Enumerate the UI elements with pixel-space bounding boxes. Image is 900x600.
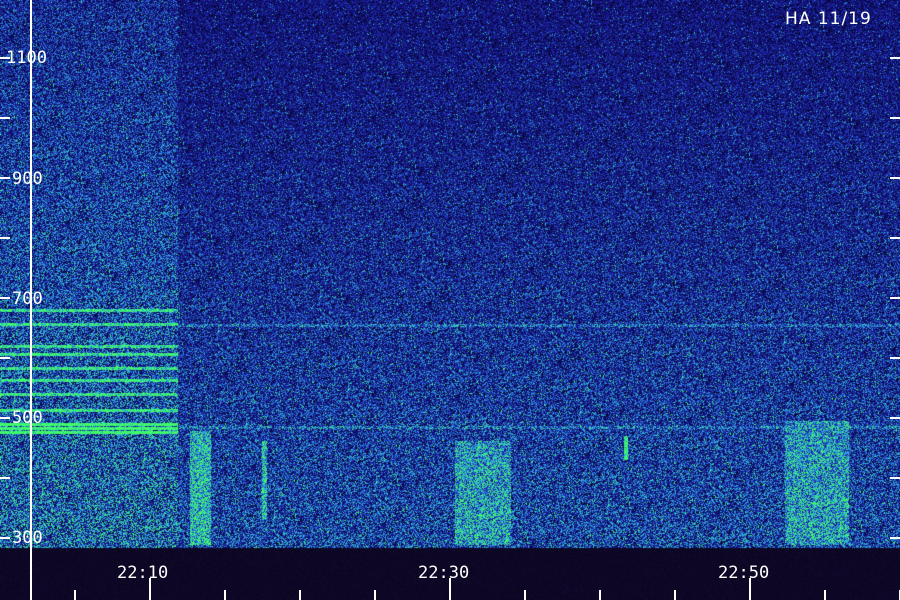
y-tick-label-500: 500 <box>12 408 43 428</box>
y-tick-label-700: 700 <box>12 289 43 309</box>
bottom-tick-group <box>74 578 900 600</box>
right-tick-group <box>890 57 900 539</box>
x-tick-label-2250: 22:50 <box>718 563 769 583</box>
y-tick-label-900: 900 <box>12 169 43 189</box>
y-tick-label-300: 300 <box>12 528 43 548</box>
x-tick-label-2210: 22:10 <box>117 563 168 583</box>
chart-title: HA 11/19 <box>785 9 872 29</box>
spectrogram-axes: 1100 900 700 500 300 22:10 22:30 22:50 H… <box>0 0 900 600</box>
y-tick-label-1100: 1100 <box>6 48 47 68</box>
x-tick-label-2230: 22:30 <box>418 563 469 583</box>
left-tick-group <box>0 57 10 539</box>
spectrogram-view: 1100 900 700 500 300 22:10 22:30 22:50 H… <box>0 0 900 600</box>
